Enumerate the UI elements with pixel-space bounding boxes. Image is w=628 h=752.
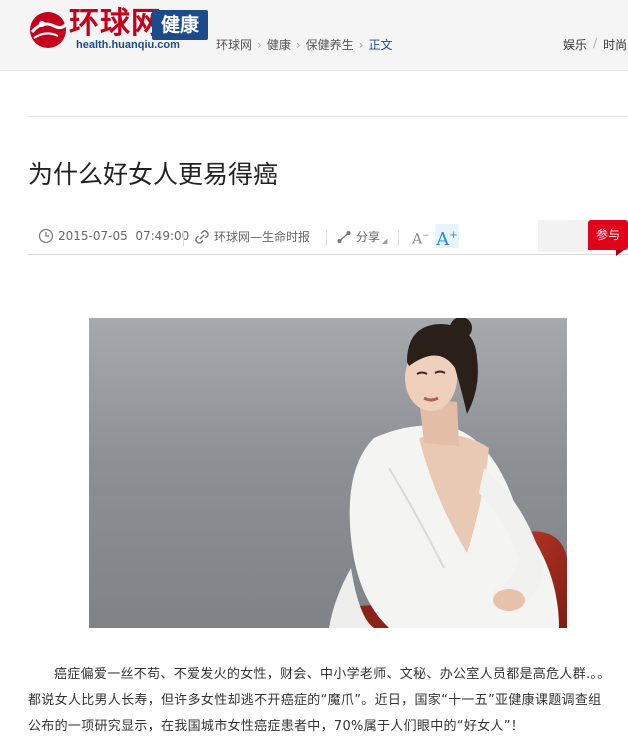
- meta-divider: [326, 230, 327, 246]
- clock-icon: [38, 228, 54, 244]
- channel-badge[interactable]: 健康: [152, 10, 208, 40]
- join-button-tail: [616, 250, 624, 256]
- publish-datetime: 2015-07-05 07:49:00: [58, 229, 190, 243]
- font-small-label: A: [412, 231, 423, 248]
- article-title: 为什么好女人更易得癌: [28, 160, 279, 189]
- chevron-right-icon: ›: [358, 37, 364, 52]
- share-button[interactable]: 分享 ◢: [336, 228, 387, 245]
- share-label: 分享: [356, 230, 381, 244]
- article-meta-bar: 2015-07-05 07:49:00 环球网—生命时报 分享 ◢ A− A+ …: [28, 220, 628, 256]
- chevron-right-icon: ›: [295, 37, 301, 52]
- breadcrumb-item-care[interactable]: 保健养生: [306, 36, 354, 53]
- font-large-label: A: [436, 229, 450, 250]
- publish-time: 2015-07-05 07:49:00: [38, 228, 189, 244]
- breadcrumb-item-health[interactable]: 健康: [267, 36, 291, 53]
- share-icon: [337, 230, 351, 243]
- site-domain[interactable]: health.huanqiu.com: [76, 39, 180, 51]
- portrait-illustration: [329, 318, 567, 628]
- divider: [28, 116, 628, 117]
- site-header: 环球网 健康 health.huanqiu.com 环球网 › 健康 › 保健养…: [0, 0, 628, 71]
- font-increase-button[interactable]: A+: [435, 224, 459, 250]
- meta-divider: [398, 230, 399, 246]
- link-icon: [195, 229, 209, 244]
- chevron-right-icon: ›: [257, 37, 262, 52]
- article-body-paragraph: 癌症偏爱一丝不苟、不爱发火的女性，财会、中小学老师、文秘、办公室人员都是高危人群…: [28, 667, 611, 734]
- join-discussion-button[interactable]: 参与: [588, 220, 628, 250]
- caret-down-icon: ◢: [382, 236, 388, 245]
- breadcrumb-item-current: 正文: [368, 38, 393, 52]
- meta-divider: [183, 230, 184, 246]
- font-decrease-button[interactable]: A−: [409, 224, 433, 248]
- nav-item-ent[interactable]: 娱乐: [563, 36, 587, 53]
- comment-count-box[interactable]: [538, 220, 592, 252]
- breadcrumb-item-home[interactable]: 环球网: [216, 36, 252, 53]
- article-source: 环球网—生命时报: [194, 228, 310, 245]
- nav-item-fashion[interactable]: 时尚: [603, 36, 627, 53]
- top-nav: 娱乐 / 时尚: [563, 36, 627, 53]
- article-image: [89, 318, 567, 628]
- globe-logo-icon[interactable]: [28, 10, 68, 50]
- nav-divider: /: [593, 36, 598, 50]
- source-label[interactable]: 环球网—生命时报: [214, 228, 310, 245]
- breadcrumb: 环球网 › 健康 › 保健养生 › 正文: [216, 36, 393, 53]
- site-logo-text[interactable]: 环球网: [69, 7, 162, 41]
